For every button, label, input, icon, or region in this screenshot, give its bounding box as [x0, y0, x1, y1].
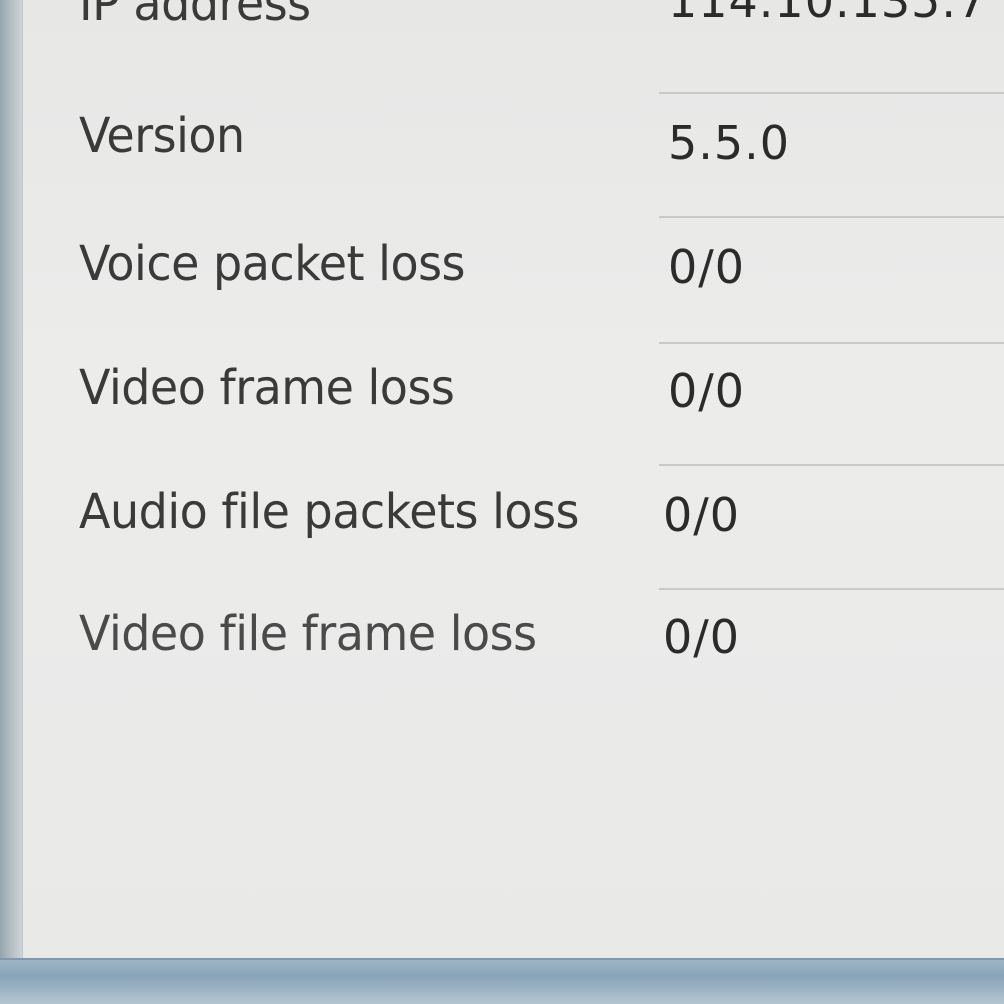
- property-row-ip-address: IP address 114.10.135.7: [23, 0, 1004, 80]
- property-row-voice-packet-loss: Voice packet loss 0/0: [23, 230, 1004, 350]
- property-label: Voice packet loss: [79, 234, 466, 292]
- property-label: Video frame loss: [79, 358, 455, 416]
- property-label: Audio file packets loss: [79, 482, 580, 540]
- row-separator: [659, 464, 1004, 466]
- property-value: 0/0: [668, 364, 746, 418]
- property-label: Version: [79, 106, 245, 164]
- row-separator: [659, 216, 1004, 218]
- property-label: Video file frame loss: [79, 604, 537, 662]
- property-value: 0/0: [668, 240, 746, 294]
- property-value: 0/0: [663, 488, 741, 542]
- property-row-video-file-frame-loss: Video file frame loss 0/0: [23, 600, 1004, 720]
- properties-panel: IP address 114.10.135.7 Version 5.5.0 Vo…: [22, 0, 1004, 960]
- row-separator: [659, 342, 1004, 344]
- window-left-border: [0, 0, 22, 1004]
- property-row-audio-file-packets-loss: Audio file packets loss 0/0: [23, 478, 1004, 598]
- property-value: 0/0: [663, 610, 741, 664]
- property-label: IP address: [79, 0, 311, 32]
- property-value: 5.5.0: [668, 116, 791, 170]
- property-value: 114.10.135.7: [668, 0, 988, 28]
- window-bottom-border: [0, 958, 1004, 1004]
- row-separator: [659, 92, 1004, 94]
- row-separator: [659, 588, 1004, 590]
- property-row-video-frame-loss: Video frame loss 0/0: [23, 354, 1004, 474]
- property-row-version: Version 5.5.0: [23, 100, 1004, 220]
- screen-photo: IP address 114.10.135.7 Version 5.5.0 Vo…: [0, 0, 1004, 1004]
